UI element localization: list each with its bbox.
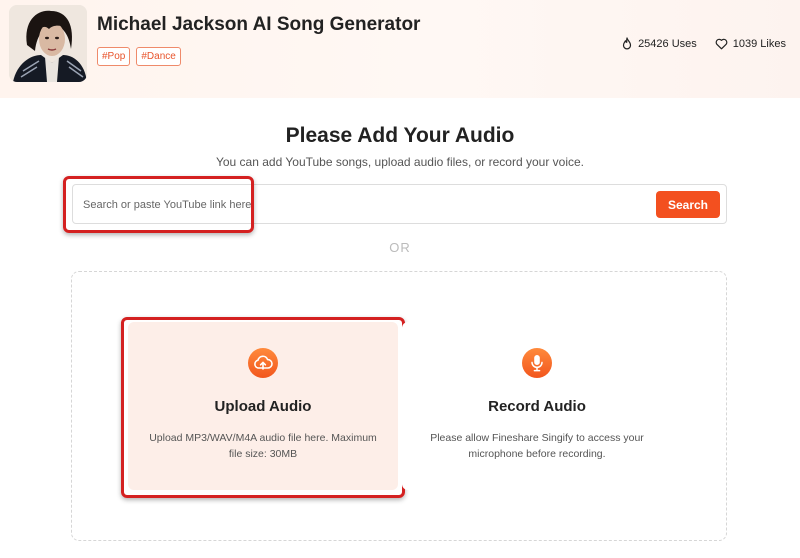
microphone-icon: [522, 348, 552, 378]
page-title: Please Add Your Audio: [285, 124, 515, 147]
record-audio-description: Please allow Fineshare Singify to access…: [430, 432, 644, 460]
youtube-link-input[interactable]: [83, 195, 643, 215]
likes-stat[interactable]: 1039 Likes: [715, 38, 786, 50]
page-subtitle: You can add YouTube songs, upload audio …: [215, 155, 585, 169]
app-title: Michael Jackson AI Song Generator: [97, 14, 421, 35]
stats: 25426 Uses 1039 Likes: [621, 37, 786, 50]
uses-stat: 25426 Uses: [621, 37, 697, 50]
app-header: Michael Jackson AI Song Generator #Pop #…: [0, 0, 800, 98]
cloud-upload-icon: [248, 348, 278, 378]
artist-avatar: [9, 5, 87, 82]
search-button[interactable]: Search: [656, 191, 720, 218]
record-audio-title: Record Audio: [488, 398, 586, 415]
tag-pop[interactable]: #Pop: [97, 47, 131, 66]
heart-icon[interactable]: [715, 38, 728, 50]
likes-count: 1039 Likes: [732, 37, 786, 50]
genre-tags: #Pop #Dance: [97, 47, 181, 66]
upload-audio-title: Upload Audio: [214, 398, 312, 415]
upload-audio-card[interactable]: Upload Audio Upload MP3/WAV/M4A audio fi…: [128, 322, 398, 490]
youtube-search-bar: Search: [72, 184, 727, 224]
uses-count: 25426 Uses: [638, 37, 697, 50]
tag-dance[interactable]: #Dance: [136, 47, 181, 66]
upload-audio-description: Upload MP3/WAV/M4A audio file here. Maxi…: [149, 432, 377, 460]
or-divider: OR: [389, 240, 411, 255]
flame-icon: [621, 37, 633, 50]
record-audio-card[interactable]: Record Audio Please allow Fineshare Sing…: [402, 322, 672, 490]
